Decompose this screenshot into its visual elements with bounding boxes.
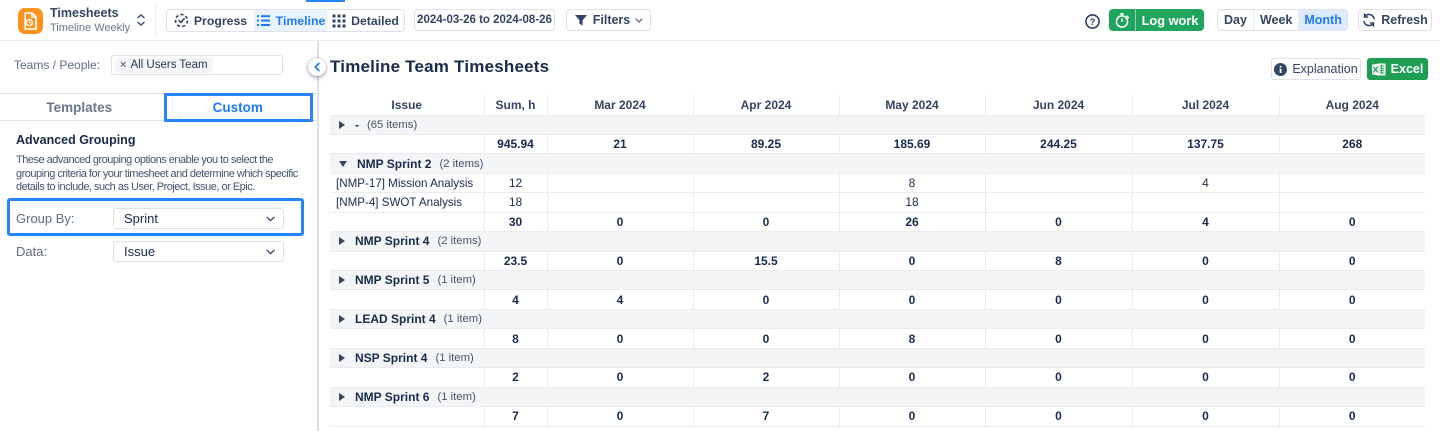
svg-text:?: ? [1090, 17, 1096, 27]
